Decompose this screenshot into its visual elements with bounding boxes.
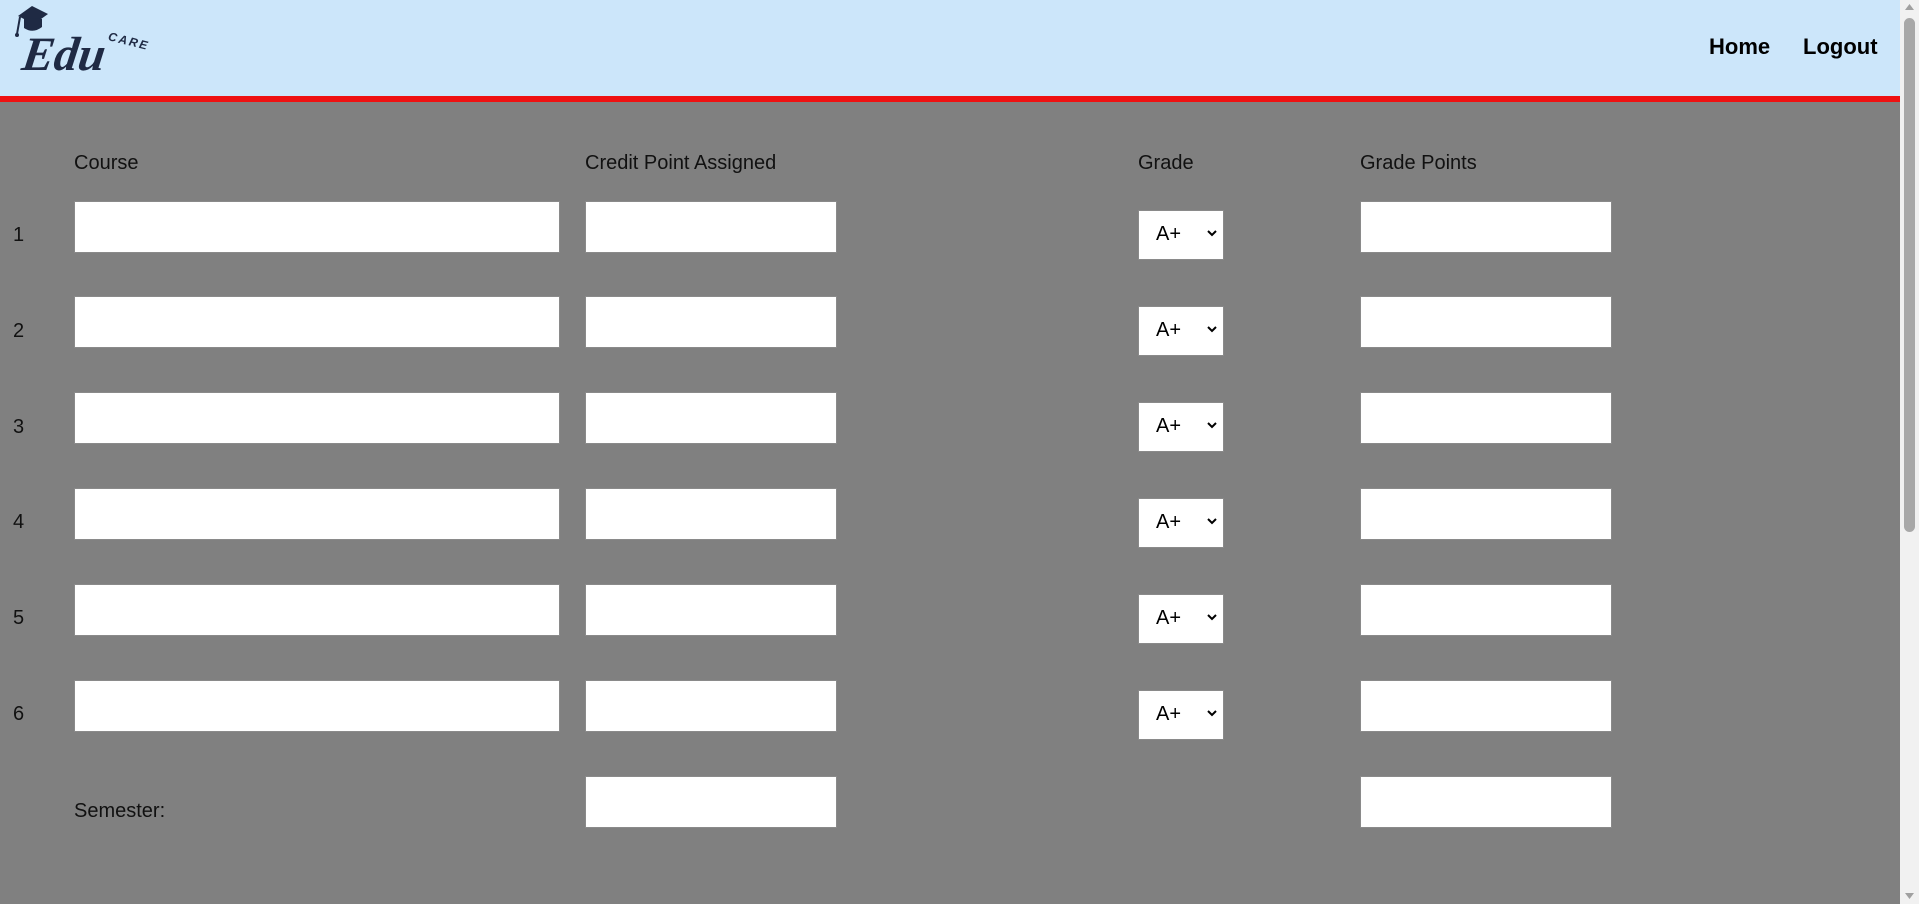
column-header-credit: Credit Point Assigned bbox=[585, 152, 777, 174]
column-header-grade: Grade bbox=[1138, 152, 1194, 174]
course-input-5[interactable] bbox=[74, 584, 560, 636]
row-number: 5 bbox=[13, 607, 25, 629]
scroll-down-arrow-icon[interactable] bbox=[1904, 892, 1915, 900]
grade-points-input-1[interactable] bbox=[1360, 201, 1612, 253]
grade-value: A+ bbox=[1156, 319, 1182, 341]
grade-value: A+ bbox=[1156, 223, 1182, 245]
chevron-down-icon bbox=[1207, 614, 1217, 621]
chevron-down-icon bbox=[1207, 710, 1217, 717]
credit-input-1[interactable] bbox=[585, 201, 837, 253]
column-header-course: Course bbox=[74, 152, 139, 174]
grade-value: A+ bbox=[1156, 607, 1182, 629]
logo-subtext: CARE bbox=[107, 29, 151, 53]
credit-input-3[interactable] bbox=[585, 392, 837, 444]
course-input-3[interactable] bbox=[74, 392, 560, 444]
nav-home-link[interactable]: Home bbox=[1709, 34, 1770, 60]
header: Edu CARE Home Logout bbox=[0, 0, 1900, 102]
grade-value: A+ bbox=[1156, 703, 1182, 725]
row-number: 1 bbox=[13, 224, 25, 246]
chevron-down-icon bbox=[1207, 518, 1217, 525]
scrollbar-thumb[interactable] bbox=[1904, 18, 1915, 532]
grade-select-6[interactable]: A+ bbox=[1138, 690, 1224, 740]
chevron-down-icon bbox=[1207, 422, 1217, 429]
semester-credit-total-input[interactable] bbox=[585, 776, 837, 828]
credit-input-4[interactable] bbox=[585, 488, 837, 540]
course-input-2[interactable] bbox=[74, 296, 560, 348]
course-input-4[interactable] bbox=[74, 488, 560, 540]
row-number: 4 bbox=[13, 511, 25, 533]
row-number: 6 bbox=[13, 703, 25, 725]
course-input-1[interactable] bbox=[74, 201, 560, 253]
grade-select-5[interactable]: A+ bbox=[1138, 594, 1224, 644]
grade-select-3[interactable]: A+ bbox=[1138, 402, 1224, 452]
grade-select-2[interactable]: A+ bbox=[1138, 306, 1224, 356]
course-input-6[interactable] bbox=[74, 680, 560, 732]
logo-text: Edu bbox=[18, 28, 109, 80]
chevron-down-icon bbox=[1207, 326, 1217, 333]
row-number: 2 bbox=[13, 320, 25, 342]
grade-value: A+ bbox=[1156, 415, 1182, 437]
nav-logout-link[interactable]: Logout bbox=[1803, 34, 1878, 60]
grade-points-input-4[interactable] bbox=[1360, 488, 1612, 540]
scroll-up-arrow-icon[interactable] bbox=[1904, 3, 1915, 11]
grade-points-input-5[interactable] bbox=[1360, 584, 1612, 636]
grade-select-4[interactable]: A+ bbox=[1138, 498, 1224, 548]
semester-grade-points-input[interactable] bbox=[1360, 776, 1612, 828]
grade-select-1[interactable]: A+ bbox=[1138, 210, 1224, 260]
grade-points-input-2[interactable] bbox=[1360, 296, 1612, 348]
chevron-down-icon bbox=[1207, 230, 1217, 237]
column-header-grade-points: Grade Points bbox=[1360, 152, 1477, 174]
graduation-cap-icon: Edu CARE bbox=[15, 6, 151, 81]
edu-care-logo[interactable]: Edu CARE bbox=[14, 2, 164, 81]
credit-input-6[interactable] bbox=[585, 680, 837, 732]
semester-label: Semester: bbox=[74, 800, 166, 822]
row-number: 3 bbox=[13, 416, 25, 438]
grade-points-input-6[interactable] bbox=[1360, 680, 1612, 732]
grade-value: A+ bbox=[1156, 511, 1182, 533]
credit-input-5[interactable] bbox=[585, 584, 837, 636]
credit-input-2[interactable] bbox=[585, 296, 837, 348]
grade-points-input-3[interactable] bbox=[1360, 392, 1612, 444]
